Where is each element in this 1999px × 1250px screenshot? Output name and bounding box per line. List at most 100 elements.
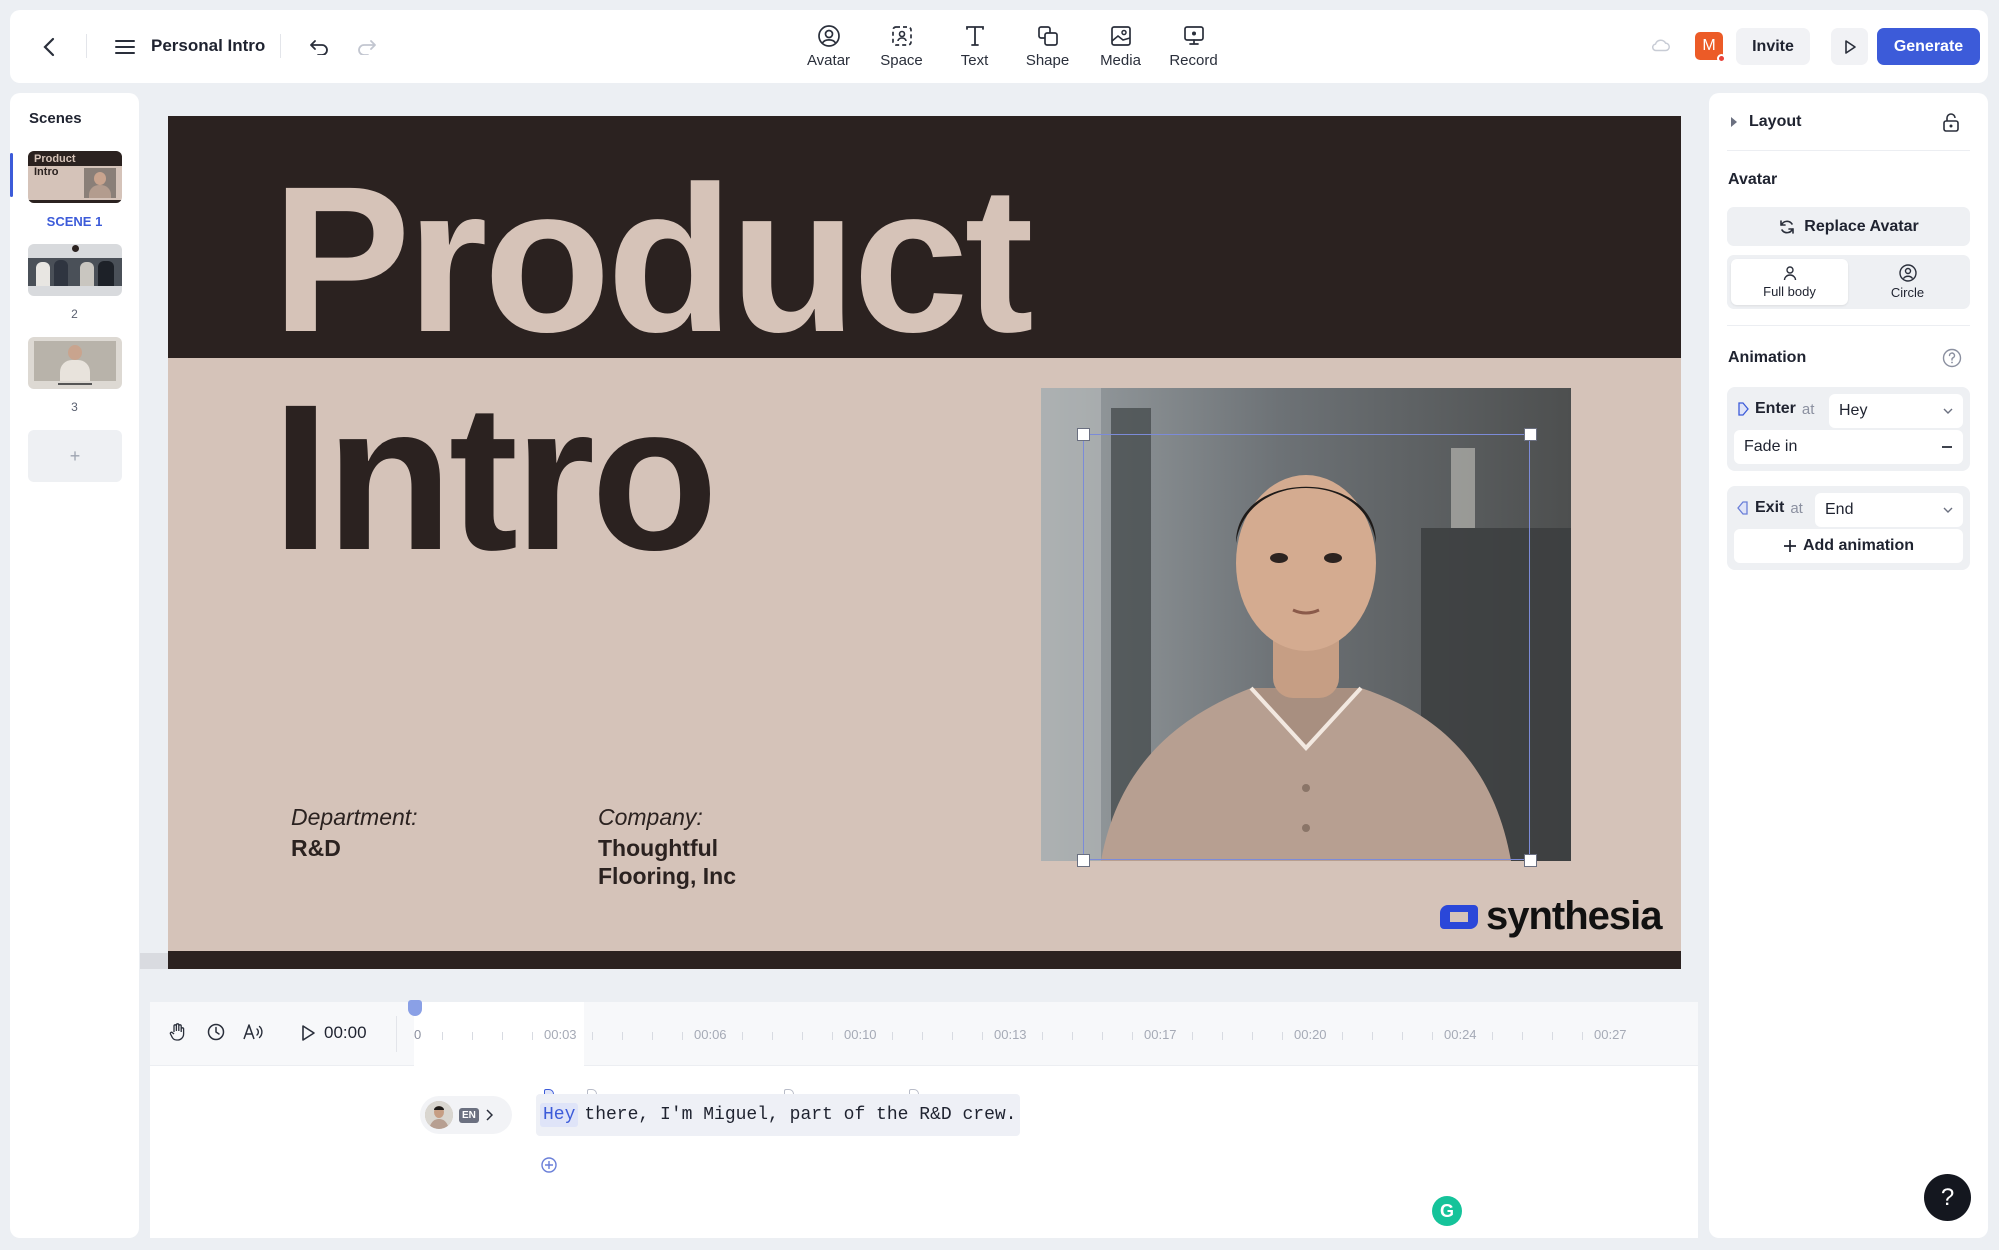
voice-selector[interactable]: EN	[420, 1096, 512, 1134]
grammarly-button[interactable]: G	[1432, 1196, 1462, 1226]
department-value[interactable]: R&D	[291, 834, 341, 862]
tool-shape[interactable]: Shape	[1011, 20, 1084, 76]
scene-thumb-3[interactable]	[28, 337, 122, 389]
back-button[interactable]	[34, 32, 64, 62]
hand-tool-button[interactable]	[168, 1022, 188, 1047]
script-editor[interactable]: Hey there, I'm Miguel, part of the R&D c…	[536, 1094, 1021, 1136]
option-full-body[interactable]: Full body	[1731, 259, 1848, 305]
resize-handle-top-left[interactable]	[1077, 428, 1090, 441]
ruler-tick	[1552, 1032, 1553, 1040]
scenes-title: Scenes	[29, 110, 82, 127]
user-avatar[interactable]: M	[1695, 32, 1726, 63]
ruler-tick	[472, 1032, 473, 1040]
ruler-label: 00:03	[544, 1027, 577, 1042]
scenes-panel: Scenes Product Intro SCENE 1 2 3 +	[10, 93, 139, 1238]
sync-status	[1650, 34, 1672, 61]
slide[interactable]: Product Intro Department: R&D Company: T…	[168, 116, 1681, 969]
company-label[interactable]: Company:	[598, 804, 703, 831]
media-icon	[1110, 26, 1131, 46]
ruler-label: 00:06	[694, 1027, 727, 1042]
layout-toggle[interactable]: Layout	[1729, 113, 1801, 131]
redo-button[interactable]	[352, 32, 382, 62]
add-animation-label: Add animation	[1802, 537, 1915, 554]
undo-button[interactable]	[304, 32, 334, 62]
resize-handle-bottom-left[interactable]	[1077, 854, 1090, 867]
chevron-right-icon	[486, 1109, 493, 1121]
tool-label: Record	[1169, 52, 1218, 69]
redo-icon	[358, 40, 376, 55]
tool-media[interactable]: Media	[1084, 20, 1157, 76]
help-button[interactable]: ?	[1924, 1174, 1971, 1221]
option-label: Full body	[1763, 284, 1816, 299]
exit-at-select[interactable]: End	[1815, 493, 1963, 527]
enter-effect-label: Fade in	[1744, 438, 1798, 455]
scene-thumb-1[interactable]: Product Intro	[28, 151, 122, 203]
chevron-left-icon	[43, 37, 55, 57]
replace-avatar-button[interactable]: Replace Avatar	[1727, 207, 1970, 246]
avatar-style-toggle: Full body Circle	[1727, 255, 1970, 309]
circle-avatar-icon	[1898, 264, 1917, 282]
menu-button[interactable]	[110, 32, 140, 62]
enter-at-select[interactable]: Hey	[1829, 394, 1963, 428]
invite-button[interactable]: Invite	[1736, 28, 1810, 65]
ruler-tick	[1102, 1032, 1103, 1040]
animation-help-button[interactable]	[1942, 348, 1962, 373]
exit-marker-icon	[1737, 501, 1748, 515]
user-initial: M	[1702, 37, 1716, 54]
tool-space[interactable]: Space	[865, 20, 938, 76]
timeline-toolbar: 00:00 0 00:03 00:06 00:10 00:13 00:17 00:20 00:…	[150, 1000, 1698, 1066]
ruler-tick	[1582, 1032, 1583, 1040]
timing-button[interactable]	[206, 1022, 226, 1047]
project-title[interactable]: Personal Intro	[151, 36, 265, 56]
tool-label: Space	[880, 52, 923, 69]
tool-avatar[interactable]: Avatar	[792, 20, 865, 76]
enter-effect[interactable]: Fade in	[1734, 430, 1963, 464]
add-marker-button[interactable]	[540, 1156, 558, 1179]
properties-panel: Layout Avatar Replace Avatar Full body C…	[1709, 93, 1988, 1238]
add-scene-button[interactable]: +	[28, 430, 122, 482]
company-value-line-2[interactable]: Flooring, Inc	[598, 862, 736, 890]
option-circle[interactable]: Circle	[1849, 259, 1966, 305]
resize-handle-top-right[interactable]	[1524, 428, 1537, 441]
preview-button[interactable]	[1831, 28, 1868, 65]
resize-handle-bottom-right[interactable]	[1524, 854, 1537, 867]
insert-toolbar: Avatar Space Text Shape Media Record	[792, 20, 1230, 76]
exit-at: at	[1790, 499, 1803, 517]
script-highlight[interactable]: Hey	[540, 1103, 579, 1127]
cloud-icon	[1652, 39, 1670, 52]
department-label[interactable]: Department:	[291, 804, 418, 831]
ruler-tick	[622, 1032, 623, 1040]
enter-row: Enter at	[1737, 400, 1814, 418]
ruler-tick	[742, 1032, 743, 1040]
playhead[interactable]	[408, 1000, 422, 1016]
scene-label-3: 3	[71, 400, 78, 414]
tool-label: Shape	[1025, 52, 1070, 69]
scene-thumb-2[interactable]	[28, 244, 122, 296]
minus-icon[interactable]	[1941, 446, 1953, 448]
option-label: Circle	[1890, 285, 1925, 300]
lock-button[interactable]	[1942, 112, 1960, 137]
thumb-avatar	[84, 168, 116, 198]
active-scene-indicator	[10, 153, 13, 197]
tool-record[interactable]: Record	[1157, 20, 1230, 76]
chevron-down-icon	[1943, 507, 1953, 513]
slide-title-line-1[interactable]: Product	[272, 156, 1034, 364]
ruler-tick	[1282, 1032, 1283, 1040]
notification-dot	[1717, 54, 1726, 63]
add-animation-button[interactable]: Add animation	[1734, 529, 1963, 563]
tool-text[interactable]: Text	[938, 20, 1011, 76]
ruler-label: 0	[414, 1027, 422, 1042]
brand-logo[interactable]: synthesia	[1438, 894, 1663, 939]
ruler-tick	[1072, 1032, 1073, 1040]
tool-label: Avatar	[806, 52, 851, 69]
ruler-tick	[1252, 1032, 1253, 1040]
timeline-play-button[interactable]: 00:00	[300, 1023, 367, 1043]
script-text[interactable]: there, I'm Miguel, part of the R&D crew.	[584, 1105, 1016, 1125]
ruler-tick	[1192, 1032, 1193, 1040]
slide-title-line-2[interactable]: Intro	[272, 374, 718, 582]
ruler-tick	[442, 1032, 443, 1040]
voice-settings-button[interactable]	[242, 1022, 264, 1047]
company-value-line-1[interactable]: Thoughtful	[598, 834, 718, 862]
generate-button[interactable]: Generate	[1877, 28, 1980, 65]
ruler-tick	[1432, 1032, 1433, 1040]
